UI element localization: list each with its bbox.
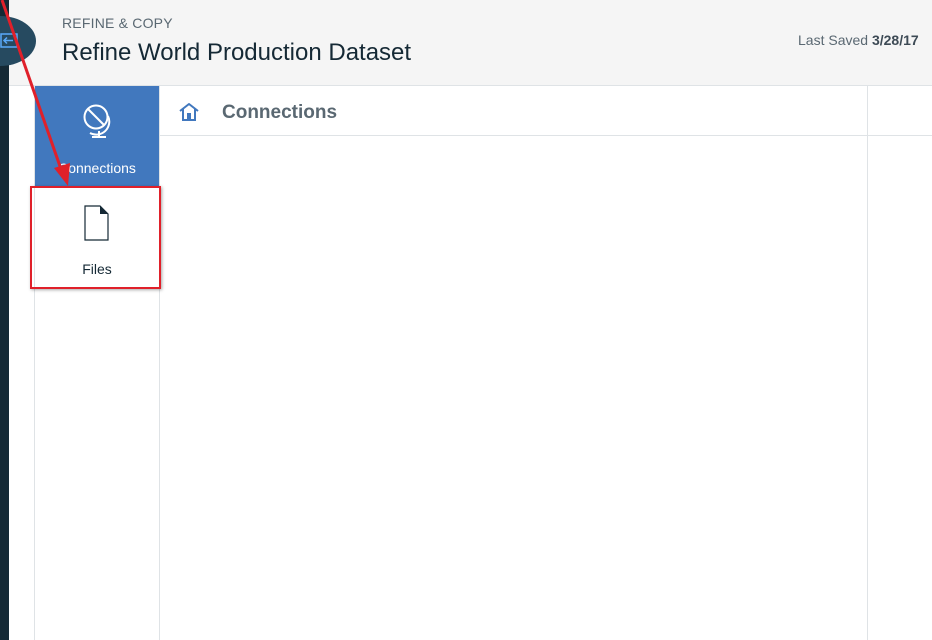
nav-item-label: Files (82, 261, 112, 277)
globe-icon (83, 104, 111, 138)
divider (868, 135, 932, 136)
back-arrow-icon[interactable] (0, 31, 20, 51)
connections-panel: Connections (160, 86, 868, 640)
nav-item-connections[interactable]: Connections (35, 86, 159, 186)
last-saved-status: Last Saved 3/28/17 (798, 32, 919, 48)
right-panel (868, 86, 932, 640)
page-header: REFINE & COPY Refine World Production Da… (9, 0, 932, 86)
file-icon (84, 205, 109, 241)
nav-item-label: Connections (58, 160, 136, 176)
last-saved-label: Last Saved (798, 32, 869, 48)
last-saved-date: 3/28/17 (871, 32, 919, 48)
side-nav: Connections Files (34, 86, 161, 640)
page: REFINE & COPY Refine World Production Da… (0, 0, 932, 640)
home-icon[interactable] (178, 102, 200, 122)
left-strip (0, 0, 9, 640)
page-title: Refine World Production Dataset (62, 39, 412, 66)
breadcrumb[interactable]: REFINE & COPY (62, 15, 173, 31)
panel-header: Connections (160, 86, 867, 136)
nav-item-files[interactable]: Files (35, 187, 159, 287)
panel-title: Connections (222, 102, 338, 123)
